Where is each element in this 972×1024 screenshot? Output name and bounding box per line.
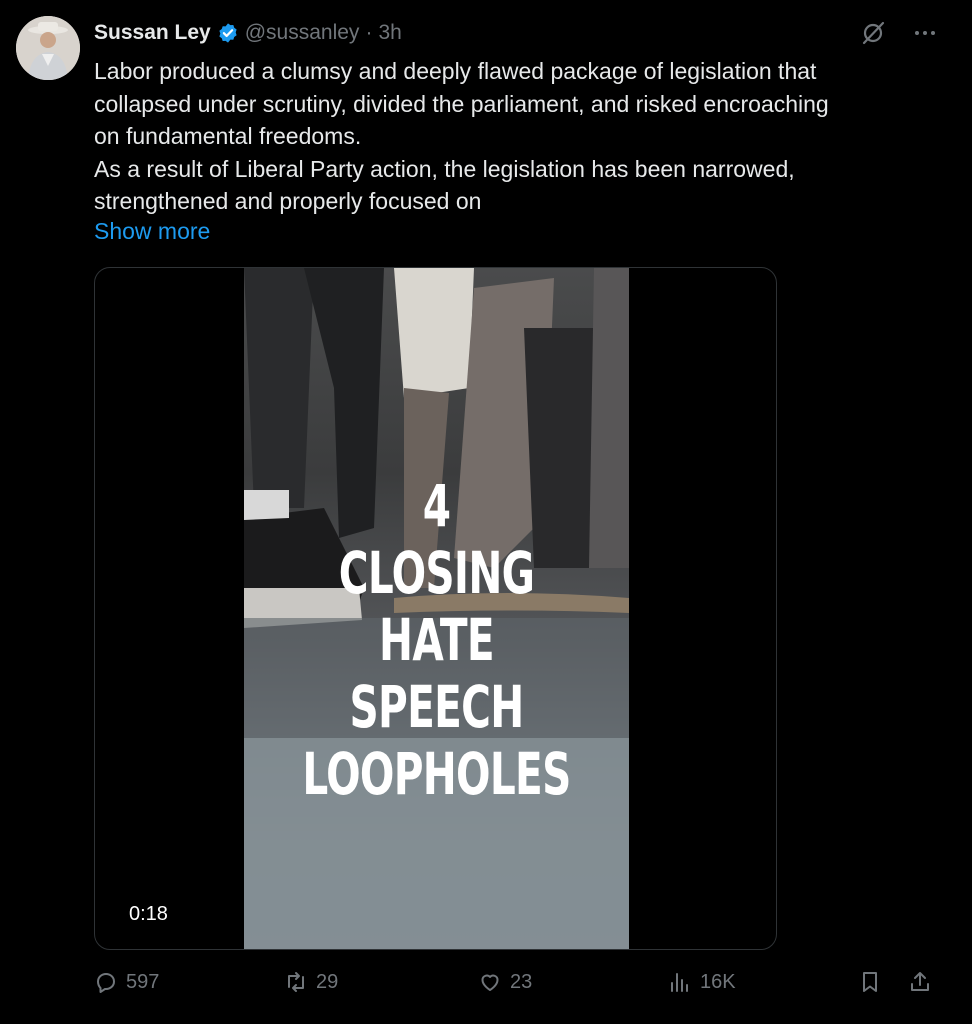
views-count: 16K: [700, 970, 736, 993]
tweet-top-actions: [860, 20, 938, 46]
tweet-text-line: collapsed under scrutiny, divided the pa…: [94, 90, 829, 117]
video-player[interactable]: 4 CLOSING HATE SPEECH LOOPHOLES 0:18: [94, 267, 777, 950]
tweet-text-line: on fundamental freedoms.: [94, 123, 362, 149]
reply-button[interactable]: 597: [94, 970, 159, 994]
views-button[interactable]: 16K: [668, 970, 736, 994]
bookmark-button[interactable]: [858, 970, 882, 994]
repost-button[interactable]: 29: [284, 970, 338, 994]
views-icon: [671, 973, 688, 992]
handle[interactable]: @sussanley: [245, 21, 360, 45]
tweet-text-line: As a result of Liberal Party action, the…: [94, 155, 795, 182]
video-frame[interactable]: 4 CLOSING HATE SPEECH LOOPHOLES: [244, 268, 629, 949]
repost-count: 29: [316, 970, 339, 993]
bookmark-icon: [863, 972, 877, 992]
separator-dot: ·: [365, 21, 373, 44]
share-button[interactable]: [908, 970, 932, 994]
video-caption-line: CLOSING HATE: [338, 539, 535, 674]
video-duration: 0:18: [129, 903, 168, 925]
reply-count: 597: [126, 970, 160, 993]
video-caption-line: LOOPHOLES: [302, 740, 571, 808]
more-options-icon[interactable]: [912, 20, 938, 46]
profile-photo: [16, 16, 80, 80]
reply-icon: [97, 973, 115, 993]
like-count: 23: [510, 970, 533, 993]
display-name[interactable]: Sussan Ley: [94, 21, 211, 45]
verified-badge-icon[interactable]: [217, 22, 239, 44]
tweet-header: Sussan Ley @sussanley · 3h: [94, 18, 402, 48]
like-button[interactable]: 23: [478, 970, 532, 994]
tweet-text-line: strengthened and properly focused on: [94, 188, 482, 214]
show-more-link[interactable]: Show more: [94, 215, 210, 247]
repost-icon: [288, 972, 304, 992]
grok-icon[interactable]: [860, 20, 886, 46]
tweet-actions: 597 29 23 16K: [94, 970, 940, 1006]
timestamp[interactable]: 3h: [378, 21, 401, 45]
tweet-text-line: Labor produced a clumsy and deeply flawe…: [94, 58, 817, 84]
share-icon: [911, 972, 929, 991]
heart-icon: [481, 974, 499, 991]
video-caption: 4 CLOSING HATE SPEECH LOOPHOLES: [302, 472, 571, 808]
tweet-text: Labor produced a clumsy and deeply flawe…: [94, 55, 934, 218]
video-caption-line: 4: [422, 472, 451, 540]
avatar[interactable]: [16, 16, 80, 80]
video-caption-line: SPEECH: [349, 673, 524, 741]
